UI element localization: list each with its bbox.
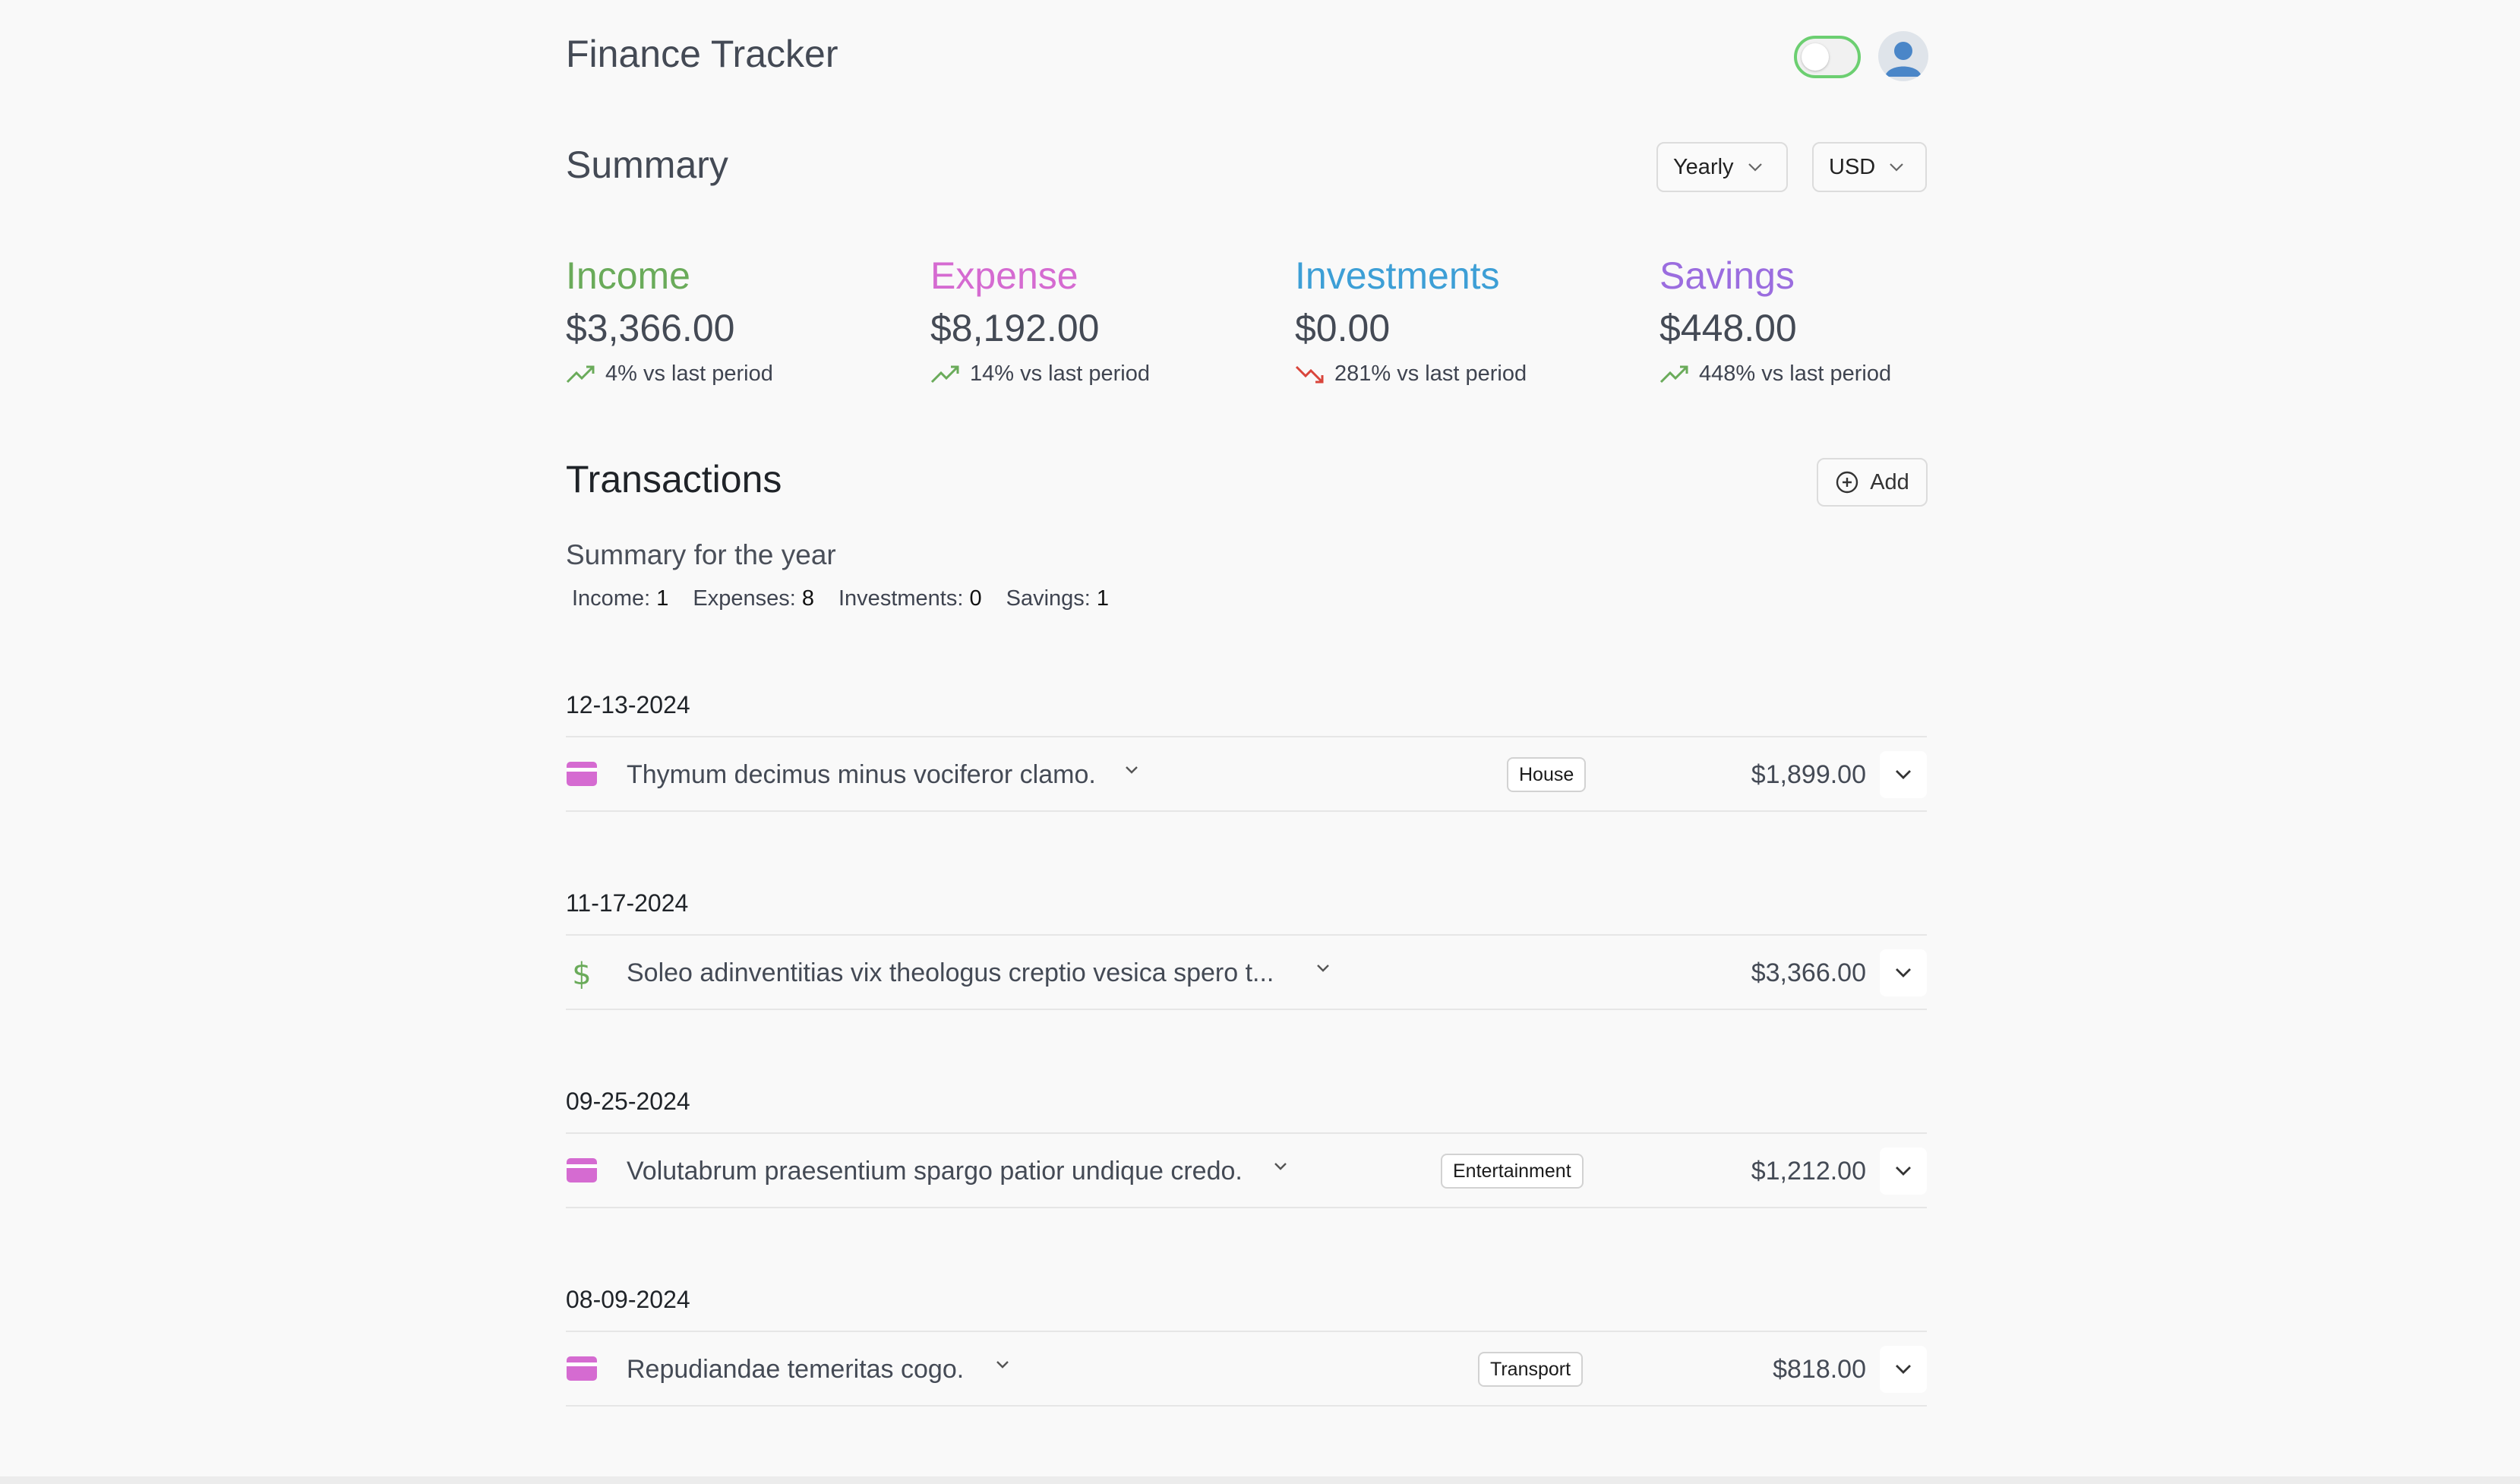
date-label: 09-25-2024	[566, 1088, 690, 1115]
trending-up-icon	[566, 365, 595, 383]
stat-change: 281% vs last period	[1295, 362, 1629, 387]
transaction-amount: $3,366.00	[1751, 958, 1866, 987]
transaction-amount: $1,899.00	[1751, 760, 1866, 789]
transaction-description: Soleo adinventitias vix theologus crepti…	[627, 958, 1274, 987]
category-tag: Entertainment	[1441, 1154, 1584, 1189]
transaction-row[interactable]: Repudiandae temeritas cogo. Transport $818…	[566, 1331, 1927, 1407]
stat-change-text: 281% vs last period	[1334, 362, 1527, 386]
count-label: Income:	[572, 586, 651, 611]
stat-value: $0.00	[1295, 307, 1391, 349]
theme-toggle[interactable]	[1794, 36, 1861, 78]
stat-value: $8,192.00	[930, 307, 1100, 349]
trending-down-icon	[1295, 365, 1324, 383]
year-summary-title: Summary for the year	[566, 539, 836, 570]
description-chevron-down-icon[interactable]	[995, 1359, 1010, 1373]
chevron-down-icon	[1896, 770, 1911, 779]
count-label: Expenses:	[693, 586, 796, 611]
transaction-description: Volutabrum praesentium spargo patior und…	[627, 1157, 1243, 1186]
credit-card-icon	[566, 760, 598, 788]
app-title: Finance Tracker	[566, 33, 838, 75]
toggle-knob	[1802, 43, 1829, 71]
description-chevron-down-icon[interactable]	[1124, 765, 1139, 778]
summary-title: Summary	[566, 144, 728, 186]
stat-label: Income	[566, 254, 690, 297]
description-chevron-down-icon[interactable]	[1315, 963, 1331, 977]
add-button-label: Add	[1870, 469, 1909, 494]
category-tag: House	[1507, 757, 1587, 792]
stat-card-savings: Savings $448.00 448% vs last period	[1659, 248, 1994, 387]
plus-circle-icon	[1836, 471, 1858, 494]
currency-select[interactable]: USD	[1812, 142, 1927, 192]
page: Finance Tracker Summary Yearly USD Incom…	[0, 0, 2520, 1484]
count-value: 8	[801, 586, 814, 611]
stat-card-expense: Expense $8,192.00 14% vs last period	[930, 248, 1265, 387]
trending-up-icon	[1659, 365, 1688, 383]
count-label: Savings:	[1006, 586, 1091, 611]
transaction-amount: $818.00	[1773, 1355, 1866, 1384]
transactions-title: Transactions	[566, 458, 782, 500]
count-label: Investments:	[838, 586, 964, 611]
stat-value: $448.00	[1659, 307, 1797, 349]
chevron-down-icon	[1748, 163, 1763, 172]
stat-value: $3,366.00	[566, 307, 735, 349]
dollar-sign-icon: $	[566, 957, 598, 992]
stat-label: Investments	[1295, 254, 1500, 297]
chevron-down-icon	[1889, 163, 1904, 172]
stat-change-text: 448% vs last period	[1699, 362, 1892, 386]
svg-text:$: $	[572, 958, 591, 989]
count-item: Savings: 1	[1006, 586, 1109, 611]
date-label: 08-09-2024	[566, 1286, 690, 1313]
stat-label: Expense	[930, 254, 1078, 297]
stat-card-income: Income $3,366.00 4% vs last period	[566, 248, 900, 387]
count-value: 0	[969, 586, 982, 611]
date-label: 11-17-2024	[566, 889, 689, 917]
add-transaction-button[interactable]: Add	[1817, 458, 1928, 507]
trending-up-icon	[930, 365, 959, 383]
stat-label: Savings	[1659, 254, 1795, 297]
stat-change: 14% vs last period	[930, 362, 1265, 387]
stat-change-text: 4% vs last period	[605, 362, 773, 386]
category-tag: Transport	[1478, 1352, 1584, 1387]
transaction-row[interactable]: $ Soleo adinventitias vix theologus crept…	[566, 934, 1927, 1010]
stat-change: 448% vs last period	[1659, 362, 1994, 387]
date-label: 12-13-2024	[566, 691, 690, 718]
credit-card-icon	[566, 1157, 598, 1184]
transaction-description: Repudiandae temeritas cogo.	[627, 1355, 965, 1384]
stat-card-investments: Investments $0.00 281% vs last period	[1295, 248, 1629, 387]
expand-row-button[interactable]	[1880, 751, 1927, 798]
expand-row-button[interactable]	[1880, 1346, 1927, 1393]
transaction-row[interactable]: Thymum decimus minus vociferor clamo. Hou…	[566, 736, 1927, 812]
count-item: Income: 1	[572, 586, 668, 611]
user-avatar-icon[interactable]	[1878, 31, 1928, 81]
chevron-down-icon	[1896, 1365, 1911, 1374]
stat-change-text: 14% vs last period	[970, 362, 1150, 386]
count-item: Investments: 0	[838, 586, 982, 611]
transaction-description: Thymum decimus minus vociferor clamo.	[627, 760, 1096, 789]
count-item: Expenses: 8	[693, 586, 814, 611]
chevron-down-icon	[1896, 1167, 1911, 1176]
stat-change: 4% vs last period	[566, 362, 900, 387]
chevron-down-icon	[1896, 968, 1911, 977]
period-select-value: Yearly	[1673, 154, 1734, 179]
count-value: 1	[1096, 586, 1110, 611]
bottom-band	[0, 1476, 2520, 1484]
expand-row-button[interactable]	[1880, 949, 1927, 996]
count-value: 1	[656, 586, 669, 611]
year-summary-counts: Income: 1 Expenses: 8 Investments: 0 Saving…	[572, 586, 1133, 611]
currency-select-value: USD	[1829, 154, 1876, 179]
description-chevron-down-icon[interactable]	[1273, 1161, 1288, 1175]
credit-card-icon	[566, 1355, 598, 1382]
expand-row-button[interactable]	[1880, 1148, 1927, 1195]
period-select[interactable]: Yearly	[1656, 142, 1788, 192]
transaction-row[interactable]: Volutabrum praesentium spargo patior und…	[566, 1132, 1927, 1208]
transaction-amount: $1,212.00	[1751, 1157, 1866, 1186]
